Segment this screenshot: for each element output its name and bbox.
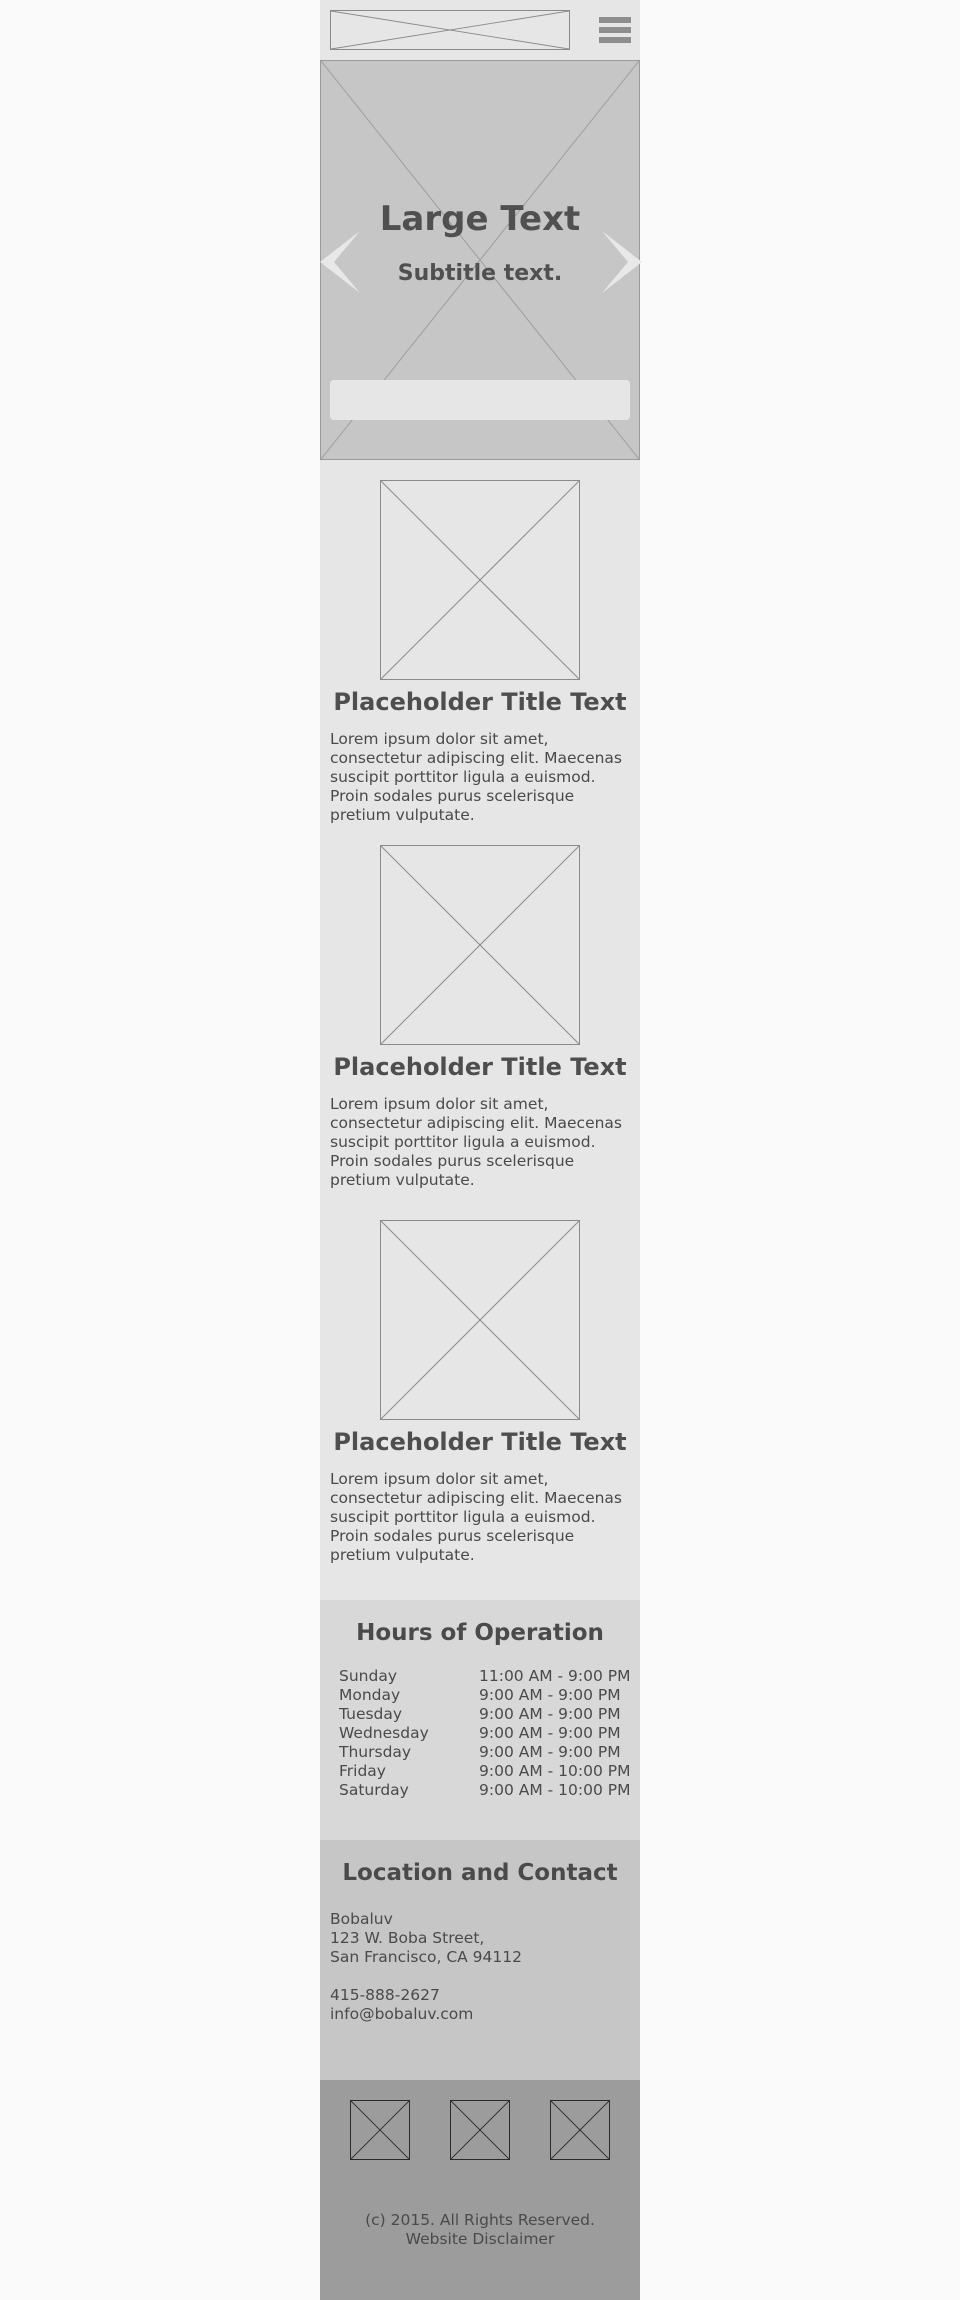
logo-placeholder-icon[interactable] [330, 10, 570, 50]
menu-bar [599, 17, 631, 23]
hours-time: 9:00 AM - 9:00 PM [479, 1724, 621, 1742]
hours-time: 11:00 AM - 9:00 PM [479, 1667, 631, 1685]
contact-title: Location and Contact [342, 1860, 618, 1886]
hours-day: Tuesday [339, 1705, 403, 1723]
hours-day: Thursday [339, 1743, 412, 1761]
hours-title: Hours of Operation [356, 1620, 604, 1646]
feature-title: Placeholder Title Text [333, 1428, 627, 1456]
hero-slider: Large Text Subtitle text. [320, 60, 642, 460]
street-address: 123 W. Boba Street, [330, 1929, 485, 1947]
hours-day: Friday [339, 1762, 386, 1780]
social-placeholder-icon[interactable] [450, 2100, 510, 2160]
image-placeholder-icon [380, 845, 580, 1045]
hours-day: Saturday [339, 1781, 409, 1799]
image-placeholder-icon [380, 1220, 580, 1420]
chevron-right-icon[interactable] [602, 231, 642, 293]
hours-day: Sunday [339, 1667, 397, 1685]
menu-bar [599, 37, 631, 43]
hero-caption-bar [330, 380, 630, 420]
chevron-left-icon[interactable] [320, 231, 360, 293]
copyright-text: (c) 2015. All Rights Reserved. [365, 2211, 595, 2229]
phone-link[interactable]: 415-888-2627 [330, 1986, 440, 2005]
feature-text: Lorem ipsum dolor sit amet, consectetur … [330, 1095, 623, 1189]
hours-time: 9:00 AM - 9:00 PM [479, 1705, 621, 1723]
business-name: Bobaluv [330, 1910, 393, 1928]
feature-title: Placeholder Title Text [333, 688, 627, 716]
social-placeholder-icon[interactable] [350, 2100, 410, 2160]
city-address: San Francisco, CA 94112 [330, 1948, 522, 1966]
feature-text: Lorem ipsum dolor sit amet, consectetur … [330, 730, 623, 824]
social-placeholder-icon[interactable] [550, 2100, 610, 2160]
hero-title: Large Text [379, 199, 581, 239]
hours-time: 9:00 AM - 9:00 PM [479, 1686, 621, 1704]
feature-title: Placeholder Title Text [333, 1053, 627, 1081]
hours-time: 9:00 AM - 9:00 PM [479, 1743, 621, 1761]
hours-section: Hours of Operation Sunday 11:00 AM - 9:0… [320, 1600, 640, 1840]
hours-day: Monday [339, 1686, 401, 1704]
feature-text: Lorem ipsum dolor sit amet, consectetur … [330, 1470, 623, 1564]
image-placeholder-icon [380, 480, 580, 680]
hours-time: 9:00 AM - 10:00 PM [479, 1762, 631, 1780]
contact-section: Location and Contact Bobaluv 123 W. Boba… [320, 1840, 640, 2080]
hours-day: Wednesday [339, 1724, 429, 1742]
header [320, 0, 640, 60]
mobile-page: Large Text Subtitle text. Placeholder Ti… [320, 0, 642, 2300]
email-link[interactable]: info@bobaluv.com [330, 2005, 473, 2024]
hours-time: 9:00 AM - 10:00 PM [479, 1781, 631, 1799]
footer: (c) 2015. All Rights Reserved. Website D… [320, 2080, 640, 2300]
menu-bar [599, 27, 631, 33]
disclaimer-link[interactable]: Website Disclaimer [320, 2230, 640, 2249]
hamburger-menu-icon[interactable] [599, 17, 631, 43]
hero-subtitle: Subtitle text. [397, 261, 563, 286]
